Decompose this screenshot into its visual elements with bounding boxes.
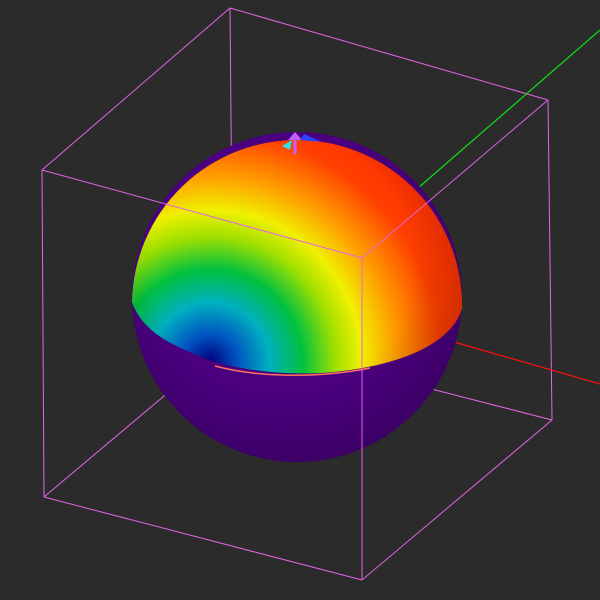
sphere-shading <box>132 132 462 462</box>
x-axis-line <box>439 337 600 385</box>
y-axis-line <box>409 29 600 196</box>
sphere[interactable] <box>132 132 463 462</box>
3d-viewport[interactable] <box>0 0 600 600</box>
